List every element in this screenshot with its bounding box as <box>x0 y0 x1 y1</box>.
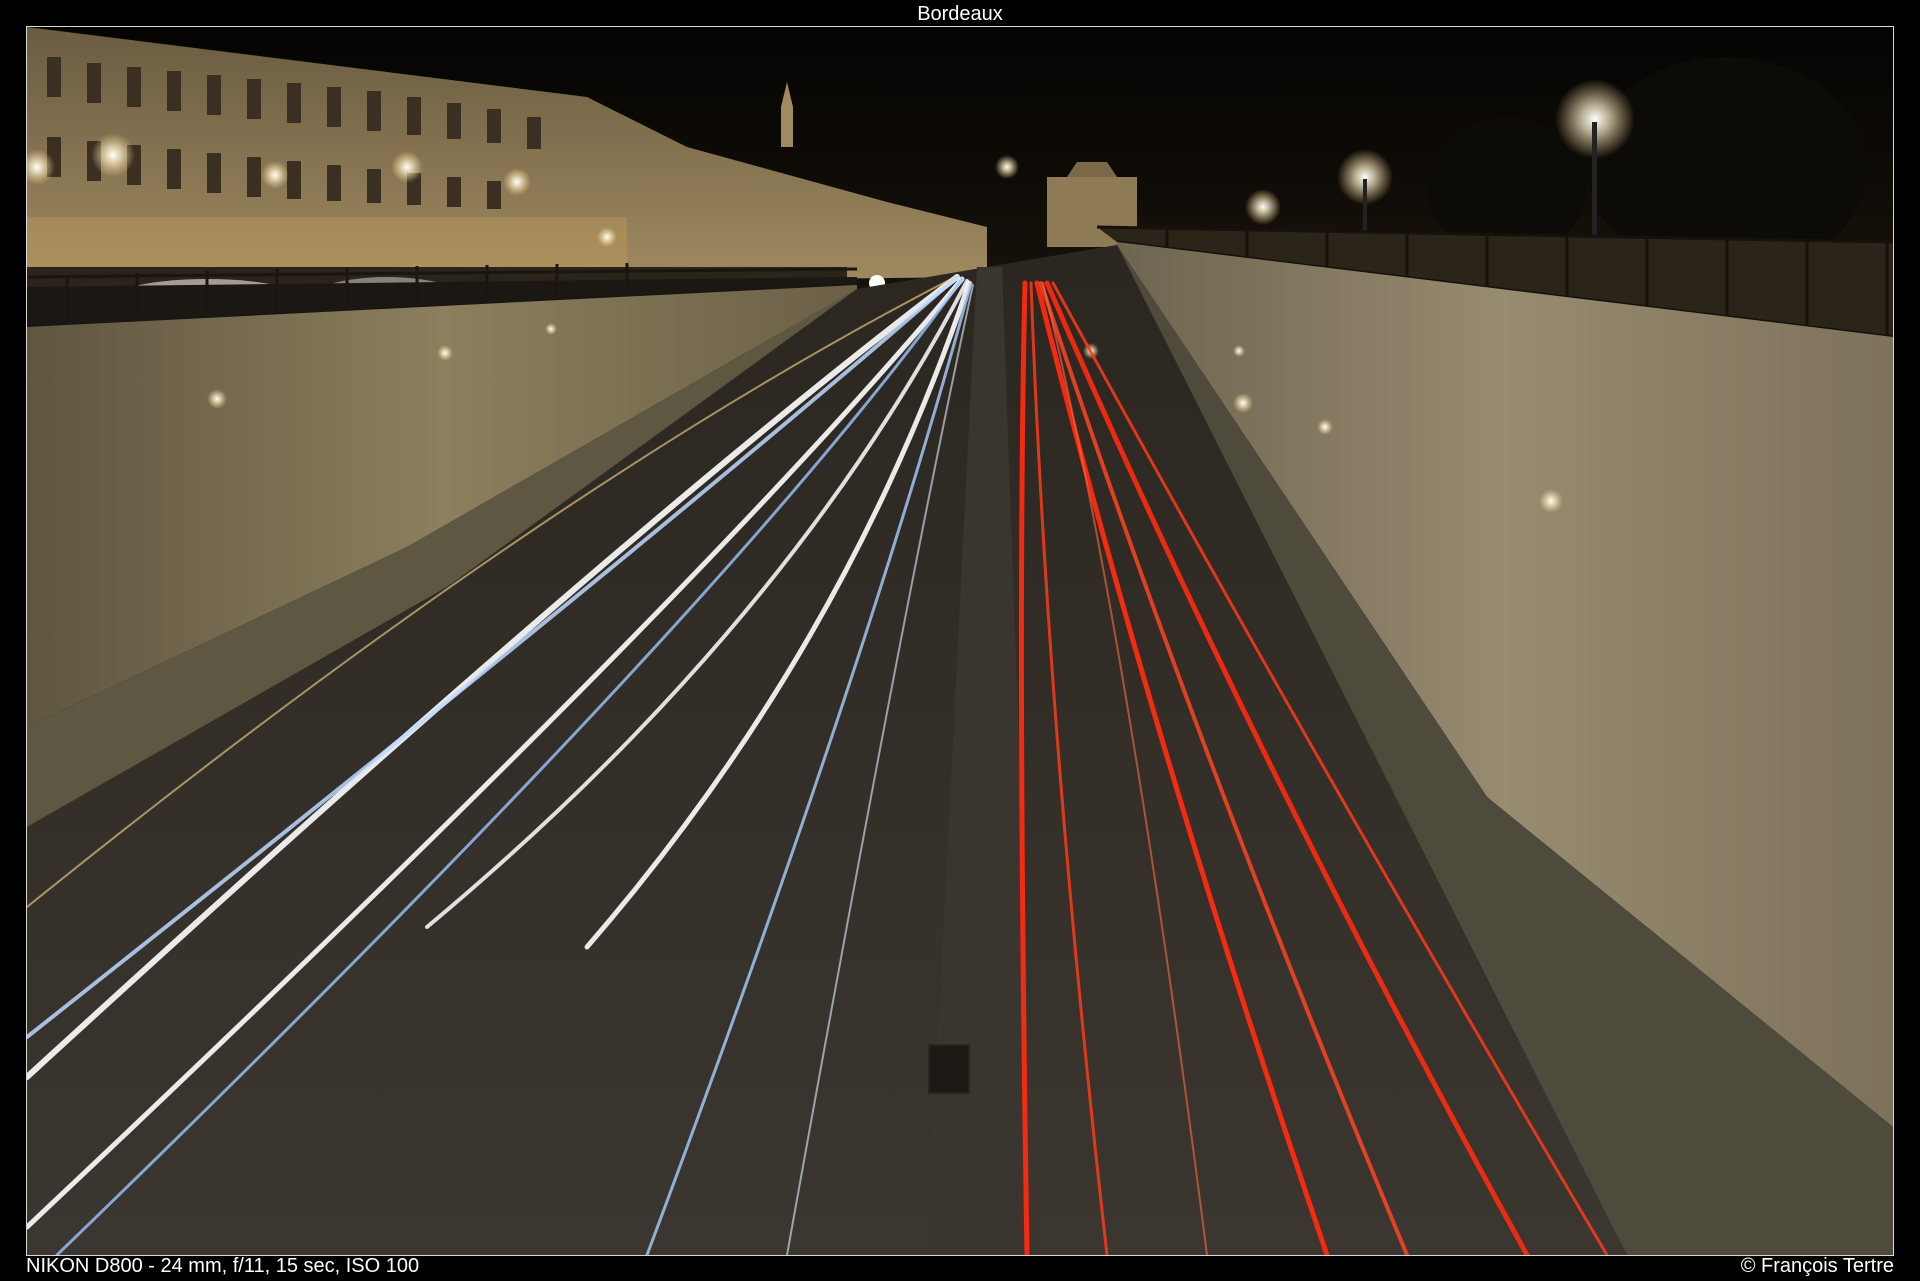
night-traffic-photo <box>27 27 1893 1255</box>
copyright-caption: © François Tertre <box>1740 1255 1894 1277</box>
photo <box>26 26 1894 1256</box>
photo-title: Bordeaux <box>917 3 1003 25</box>
photo-frame: Bordeaux NIKON D800 - 24 mm, f/11, 15 se… <box>0 0 1920 1281</box>
exif-caption: NIKON D800 - 24 mm, f/11, 15 sec, ISO 10… <box>26 1255 420 1277</box>
